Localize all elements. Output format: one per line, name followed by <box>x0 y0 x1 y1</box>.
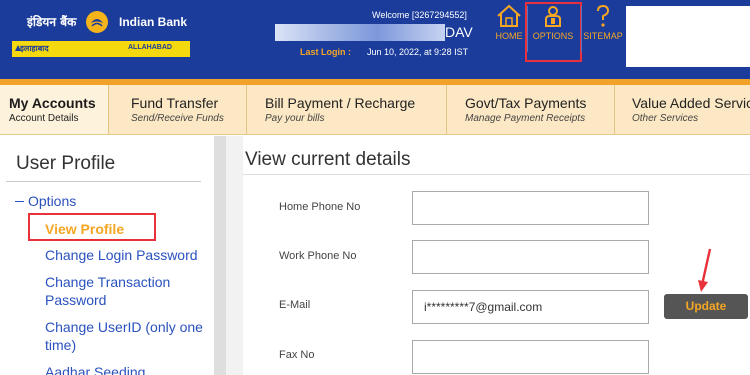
arrow-annotation-icon <box>698 248 712 292</box>
last-login-value: Jun 10, 2022, at 9:28 IST <box>367 47 469 57</box>
last-login-label: Last Login : <box>300 47 351 57</box>
tab-fund-transfer[interactable]: Fund Transfer Send/Receive Funds <box>122 85 246 134</box>
tab-my-accounts[interactable]: My Accounts Account Details <box>0 85 108 134</box>
sidebar-group-options[interactable]: Options <box>28 193 76 209</box>
sidebar-scrollbar[interactable] <box>214 136 226 375</box>
tab-value-added-services[interactable]: Value Added Servic Other Services <box>623 85 750 134</box>
nav-divider <box>108 85 109 134</box>
tab-title: Value Added Servic <box>632 95 750 111</box>
tab-subtitle: Manage Payment Receipts <box>465 113 586 124</box>
sidebar-item-change-userid[interactable]: Change UserID (only one time) <box>45 318 203 354</box>
nav-divider <box>246 85 247 134</box>
bank-name-english: Indian Bank <box>119 15 188 29</box>
home-label: HOME <box>495 31 523 41</box>
tab-title: My Accounts <box>9 95 96 111</box>
sidebar-divider <box>6 181 201 182</box>
home-phone-label: Home Phone No <box>279 201 361 213</box>
main-nav: My Accounts Account Details Fund Transfe… <box>0 85 750 135</box>
tab-title: Govt/Tax Payments <box>465 95 587 111</box>
email-field[interactable] <box>412 290 649 324</box>
sidebar-item-aadhar-seeding[interactable]: Aadhar Seeding <box>45 363 203 375</box>
user-name-redacted <box>275 24 445 41</box>
sidebar: User Profile Options View Profile Change… <box>0 136 213 375</box>
nav-divider <box>446 85 447 134</box>
tab-title: Fund Transfer <box>131 95 219 111</box>
view-profile-highlight-box <box>28 213 156 241</box>
tab-bill-payment[interactable]: Bill Payment / Recharge Pay your bills <box>256 85 446 134</box>
allahabad-english: ALLAHABAD <box>128 44 172 51</box>
tab-subtitle: Account Details <box>9 113 79 124</box>
user-name: DAV <box>445 24 473 40</box>
work-phone-label: Work Phone No <box>279 250 357 262</box>
content-gutter <box>226 136 243 375</box>
page-title: View current details <box>245 149 411 170</box>
tab-govt-tax-payments[interactable]: Govt/Tax Payments Manage Payment Receipt… <box>456 85 614 134</box>
tab-subtitle: Send/Receive Funds <box>131 113 224 124</box>
sidebar-item-change-login-password[interactable]: Change Login Password <box>45 246 203 264</box>
allahabad-hindi: इलाहाबाद <box>20 44 49 53</box>
top-header: इंडियन बैंक Indian Bank इलाहाबाद ALLAHAB… <box>0 0 750 79</box>
sidebar-item-change-transaction-password[interactable]: Change Transaction Password <box>45 273 203 309</box>
fax-field[interactable] <box>412 340 649 374</box>
work-phone-field[interactable] <box>412 240 649 274</box>
nav-divider <box>614 85 615 134</box>
question-icon <box>597 4 610 27</box>
home-icon <box>497 4 521 27</box>
welcome-text: Welcome [3267294552] <box>372 10 467 20</box>
home-phone-field[interactable] <box>412 191 649 225</box>
header-blank-panel <box>626 6 750 67</box>
sitemap-button[interactable]: SITEMAP <box>582 4 624 41</box>
sidebar-title: User Profile <box>16 153 116 174</box>
tab-subtitle: Pay your bills <box>265 113 325 124</box>
tab-subtitle: Other Services <box>632 113 699 124</box>
bank-name-hindi: इंडियन बैंक <box>27 15 77 29</box>
fax-label: Fax No <box>279 349 315 361</box>
email-label: E-Mail <box>279 299 311 311</box>
sitemap-label: SITEMAP <box>583 31 623 41</box>
tab-title: Bill Payment / Recharge <box>265 95 416 111</box>
home-button[interactable]: HOME <box>492 4 526 41</box>
allahabad-banner: इलाहाबाद ALLAHABAD <box>12 41 190 57</box>
bank-logo-icon <box>86 11 108 33</box>
options-highlight-box <box>525 2 582 62</box>
collapse-icon[interactable] <box>15 201 24 202</box>
update-button[interactable]: Update <box>664 294 748 319</box>
